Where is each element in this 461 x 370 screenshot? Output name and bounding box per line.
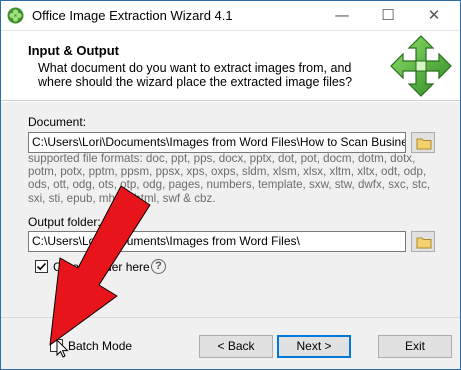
back-button[interactable]: < Back	[199, 335, 273, 358]
mouse-cursor-icon	[56, 339, 69, 358]
minimize-button[interactable]: —	[319, 1, 365, 30]
wizard-header: Input & Output What document do you want…	[1, 31, 460, 101]
page-description: What document do you want to extract ima…	[38, 61, 353, 89]
document-browse-button[interactable]	[411, 132, 435, 153]
folder-icon	[416, 237, 432, 249]
wizard-window: Office Image Extraction Wizard 4.1 — ☐ ✕…	[0, 0, 461, 370]
folder-icon	[416, 138, 432, 150]
create-folder-label[interactable]: Create folder here	[53, 260, 150, 274]
title-bar[interactable]: Office Image Extraction Wizard 4.1 — ☐ ✕	[1, 1, 460, 31]
maximize-button[interactable]: ☐	[365, 1, 411, 30]
supported-formats-text: supported file formats: doc, ppt, pps, d…	[28, 152, 431, 205]
output-folder-input[interactable]: C:\Users\Lori\Documents\Images from Word…	[28, 231, 406, 252]
output-folder-label: Output folder:	[28, 215, 101, 229]
document-path-input[interactable]: C:\Users\Lori\Documents\Images from Word…	[28, 132, 406, 153]
four-way-arrow-icon	[390, 35, 452, 97]
next-button[interactable]: Next >	[277, 335, 351, 358]
batch-mode-label[interactable]: Batch Mode	[68, 339, 132, 353]
output-browse-button[interactable]	[411, 231, 435, 252]
exit-button[interactable]: Exit	[378, 335, 452, 358]
question-icon[interactable]: ?	[151, 259, 166, 274]
close-button[interactable]: ✕	[411, 1, 457, 30]
wizard-body: Document: C:\Users\Lori\Documents\Images…	[1, 102, 460, 317]
create-folder-checkbox[interactable]	[35, 260, 48, 273]
page-title: Input & Output	[28, 43, 119, 58]
wizard-footer: Batch Mode < Back Next > Exit	[1, 317, 460, 369]
checkmark-icon	[36, 262, 47, 271]
app-icon	[7, 7, 24, 24]
window-title: Office Image Extraction Wizard 4.1	[32, 8, 233, 23]
document-label: Document:	[28, 115, 87, 129]
